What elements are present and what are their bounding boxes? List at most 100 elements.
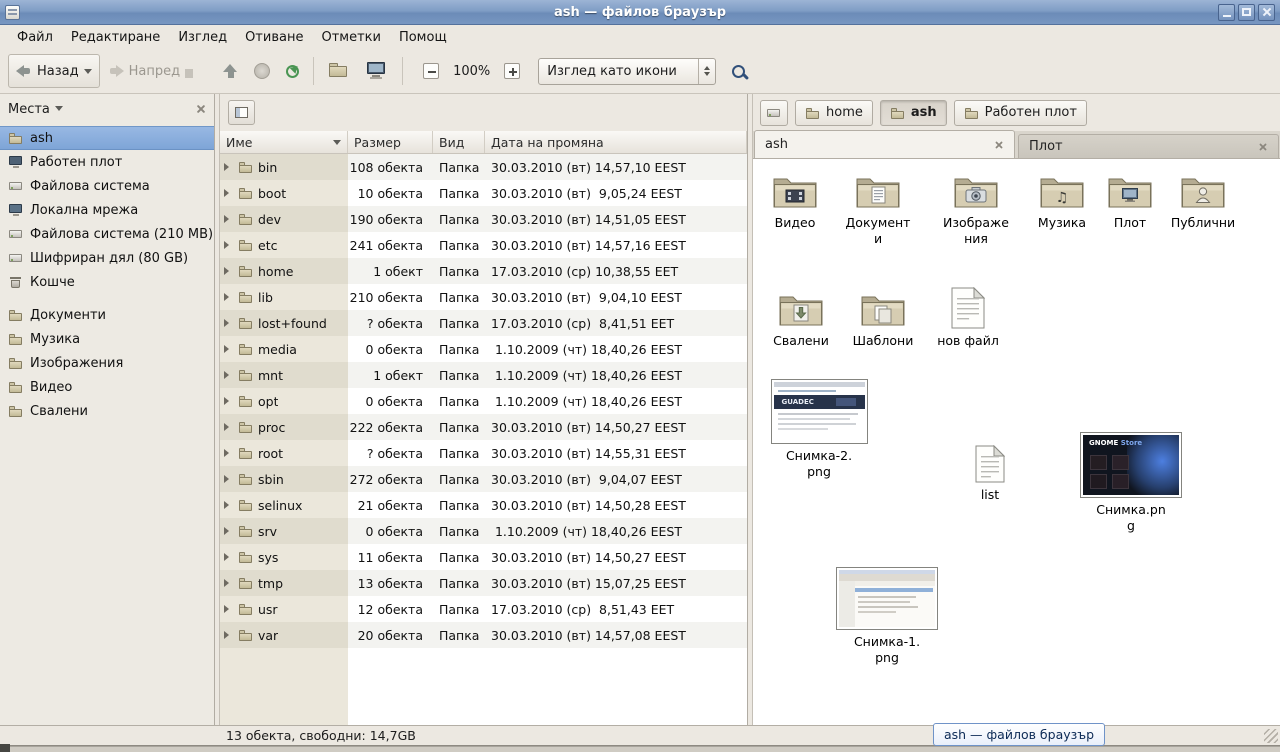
computer-button[interactable] xyxy=(358,54,396,88)
expander-icon[interactable] xyxy=(224,501,233,509)
icon-item-Публични[interactable]: Публични xyxy=(1165,171,1241,231)
menu-item-5[interactable]: Помощ xyxy=(390,27,456,48)
expander-icon[interactable] xyxy=(224,293,233,301)
maximize-button[interactable] xyxy=(1238,4,1255,21)
places-dropdown-icon[interactable] xyxy=(55,106,63,115)
taskbar-window-button[interactable]: ash — файлов браузър xyxy=(933,723,1105,746)
sidebar-item-Музика[interactable]: Музика xyxy=(0,327,214,351)
sidebar-item-Кошче[interactable]: Кошче xyxy=(0,270,214,294)
icon-item-нов файл[interactable]: нов файл xyxy=(930,287,1006,349)
expander-icon[interactable] xyxy=(224,553,233,561)
icon-item-Изображения[interactable]: Изображения xyxy=(938,171,1014,247)
table-row-proc[interactable]: proc 222 обекта Папка 30.03.2010 (вт) 14… xyxy=(220,414,747,440)
resize-grip[interactable] xyxy=(1264,729,1278,743)
zoom-out-button[interactable] xyxy=(415,54,447,88)
expander-icon[interactable] xyxy=(224,423,233,431)
stop-button[interactable] xyxy=(246,54,278,88)
table-row-root[interactable]: root ? обекта Папка 30.03.2010 (вт) 14,5… xyxy=(220,440,747,466)
tab-close-icon[interactable] xyxy=(995,140,1004,149)
zoom-in-button[interactable] xyxy=(496,54,528,88)
table-row-usr[interactable]: usr 12 обекта Папка 17.03.2010 (ср) 8,51… xyxy=(220,596,747,622)
menu-item-4[interactable]: Отметки xyxy=(312,27,389,48)
expander-icon[interactable] xyxy=(224,605,233,613)
menu-item-0[interactable]: Файл xyxy=(8,27,62,48)
table-row-mnt[interactable]: mnt 1 обект Папка 1.10.2009 (чт) 18,40,2… xyxy=(220,362,747,388)
menu-item-2[interactable]: Изглед xyxy=(169,27,236,48)
expander-icon[interactable] xyxy=(224,579,233,587)
column-header-0[interactable]: Име xyxy=(220,131,348,153)
sidebar-item-Изображения[interactable]: Изображения xyxy=(0,351,214,375)
sidebar-item-Локална мрежа[interactable]: Локална мрежа xyxy=(0,198,214,222)
icon-item-Видео[interactable]: Видео xyxy=(757,171,833,231)
sidebar-close-icon[interactable] xyxy=(196,104,206,114)
icon-view[interactable]: Видео Документи Изображения ♫Музика Плот… xyxy=(753,159,1280,725)
table-row-etc[interactable]: etc 241 обекта Папка 30.03.2010 (вт) 14,… xyxy=(220,232,747,258)
pathbar-button-home[interactable]: home xyxy=(795,100,873,126)
pathbar-root-button[interactable] xyxy=(760,100,788,126)
pathbar-button-Работен плот[interactable]: Работен плот xyxy=(954,100,1087,126)
up-button[interactable] xyxy=(215,54,246,88)
icon-item-Снимка-1.png[interactable]: Снимка-1.png xyxy=(833,567,941,666)
tab-Плот[interactable]: Плот xyxy=(1018,134,1279,158)
column-header-3[interactable]: Дата на промяна xyxy=(485,131,747,153)
home-button[interactable] xyxy=(320,54,358,88)
sidebar-item-Свалени[interactable]: Свалени xyxy=(0,399,214,423)
table-row-tmp[interactable]: tmp 13 обекта Папка 30.03.2010 (вт) 15,0… xyxy=(220,570,747,596)
menu-item-3[interactable]: Отиване xyxy=(236,27,312,48)
icon-item-Снимка.png[interactable]: GNOME Store Снимка.png xyxy=(1077,432,1185,534)
sidebar-item-Документи[interactable]: Документи xyxy=(0,303,214,327)
expander-icon[interactable] xyxy=(224,475,233,483)
table-row-home[interactable]: home 1 обект Папка 17.03.2010 (ср) 10,38… xyxy=(220,258,747,284)
sidebar-item-ash[interactable]: ash xyxy=(0,126,214,150)
table-row-boot[interactable]: boot 10 обекта Папка 30.03.2010 (вт) 9,0… xyxy=(220,180,747,206)
search-button[interactable] xyxy=(724,54,753,88)
places-title[interactable]: Места xyxy=(8,102,50,117)
table-row-lost+found[interactable]: lost+found ? обекта Папка 17.03.2010 (ср… xyxy=(220,310,747,336)
sidebar-item-Работен плот[interactable]: Работен плот xyxy=(0,150,214,174)
table-row-media[interactable]: media 0 обекта Папка 1.10.2009 (чт) 18,4… xyxy=(220,336,747,362)
table-row-bin[interactable]: bin 108 обекта Папка 30.03.2010 (вт) 14,… xyxy=(220,154,747,180)
table-row-dev[interactable]: dev 190 обекта Папка 30.03.2010 (вт) 14,… xyxy=(220,206,747,232)
icon-item-Снимка-2.png[interactable]: GUADEC Снимка-2.png xyxy=(767,379,871,480)
reload-button[interactable] xyxy=(278,54,307,88)
sidebar-item-Файлова система[interactable]: Файлова система xyxy=(0,174,214,198)
expander-icon[interactable] xyxy=(224,397,233,405)
view-mode-combo[interactable]: Изглед като икони xyxy=(538,58,716,85)
forward-button[interactable]: Напред xyxy=(100,54,201,88)
menu-item-1[interactable]: Редактиране xyxy=(62,27,169,48)
expander-icon[interactable] xyxy=(224,267,233,275)
table-row-sbin[interactable]: sbin 272 обекта Папка 30.03.2010 (вт) 9,… xyxy=(220,466,747,492)
icon-item-list[interactable]: list xyxy=(955,445,1025,503)
table-row-opt[interactable]: opt 0 обекта Папка 1.10.2009 (чт) 18,40,… xyxy=(220,388,747,414)
sidebar-item-Шифриран дял (80 GB)[interactable]: Шифриран дял (80 GB) xyxy=(0,246,214,270)
column-header-2[interactable]: Вид xyxy=(433,131,485,153)
back-button[interactable]: Назад xyxy=(8,54,100,88)
expander-icon[interactable] xyxy=(224,215,233,223)
pathbar-button-ash[interactable]: ash xyxy=(880,100,947,126)
sidebar-item-Файлова система (210 MB)[interactable]: Файлова система (210 MB) xyxy=(0,222,214,246)
titlebar[interactable]: ash — файлов браузър xyxy=(0,0,1280,25)
icon-item-Плот[interactable]: Плот xyxy=(1092,171,1168,231)
icon-item-Музика[interactable]: ♫Музика xyxy=(1024,171,1100,231)
minimize-button[interactable] xyxy=(1218,4,1235,21)
expander-icon[interactable] xyxy=(224,631,233,639)
expander-icon[interactable] xyxy=(224,371,233,379)
tab-ash[interactable]: ash xyxy=(754,130,1015,158)
tab-close-icon[interactable] xyxy=(1259,142,1268,151)
table-row-lib[interactable]: lib 210 обекта Папка 30.03.2010 (вт) 9,0… xyxy=(220,284,747,310)
table-row-selinux[interactable]: selinux 21 обекта Папка 30.03.2010 (вт) … xyxy=(220,492,747,518)
table-row-var[interactable]: var 20 обекта Папка 30.03.2010 (вт) 14,5… xyxy=(220,622,747,648)
icon-item-Свалени[interactable]: Свалени xyxy=(763,289,839,349)
expander-icon[interactable] xyxy=(224,527,233,535)
icon-item-Документи[interactable]: Документи xyxy=(840,171,916,247)
expander-icon[interactable] xyxy=(224,163,233,171)
pane-toggle-button[interactable] xyxy=(228,100,255,125)
expander-icon[interactable] xyxy=(224,449,233,457)
expander-icon[interactable] xyxy=(224,189,233,197)
table-row-sys[interactable]: sys 11 обекта Папка 30.03.2010 (вт) 14,5… xyxy=(220,544,747,570)
close-button[interactable] xyxy=(1258,4,1275,21)
column-header-1[interactable]: Размер xyxy=(348,131,433,153)
icon-item-Шаблони[interactable]: Шаблони xyxy=(845,289,921,349)
expander-icon[interactable] xyxy=(224,241,233,249)
expander-icon[interactable] xyxy=(224,319,233,327)
